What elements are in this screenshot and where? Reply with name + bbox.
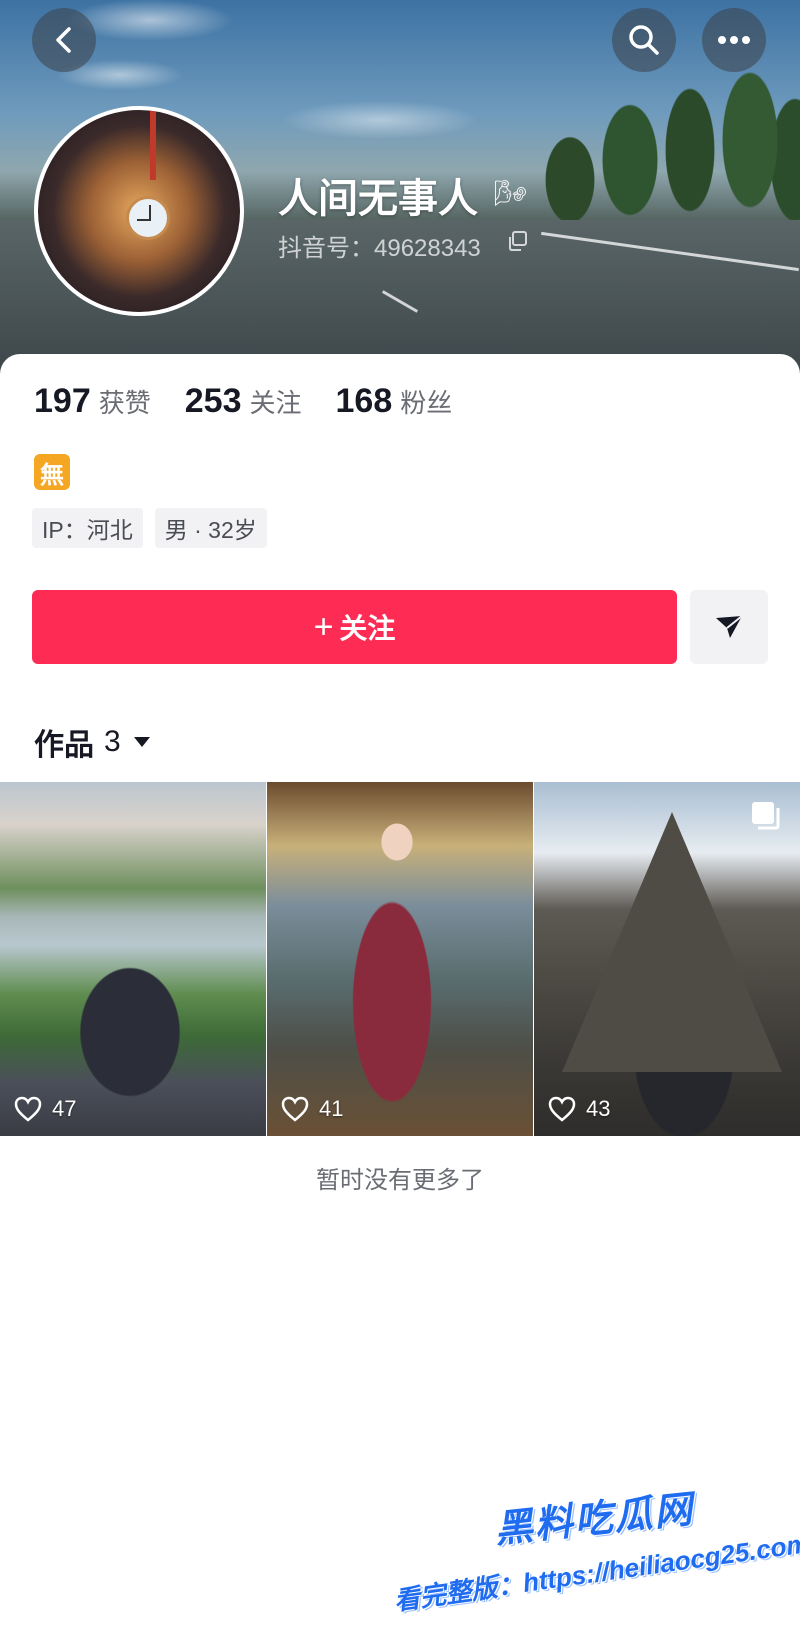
end-of-list-text: 暂时没有更多了 (316, 1167, 484, 1194)
like-count: 41 (281, 1096, 343, 1122)
stat-value: 168 (335, 382, 393, 420)
stats-row: 197 获赞 253 关注 168 粉丝 (34, 382, 486, 421)
nickname: 人间无事人 (278, 177, 478, 221)
stat-label: 粉丝 (400, 388, 453, 418)
video-thumbnail[interactable]: 41 (267, 782, 533, 1136)
stat-following[interactable]: 253 关注 (185, 382, 302, 421)
heart-icon (14, 1096, 42, 1122)
like-count-value: 47 (52, 1096, 77, 1121)
avatar[interactable] (34, 106, 244, 316)
stat-label: 关注 (249, 388, 302, 418)
avatar-tower (150, 110, 156, 180)
tag-gender-age: 男 · 32岁 (154, 508, 267, 548)
like-count: 43 (548, 1096, 610, 1122)
stat-likes[interactable]: 197 获赞 (34, 382, 151, 421)
back-icon (56, 27, 71, 53)
heart-icon (548, 1096, 576, 1122)
stat-followers[interactable]: 168 粉丝 (336, 382, 453, 421)
video-thumbnail[interactable]: 47 (0, 782, 266, 1136)
video-grid: 47 41 43 (0, 782, 800, 1136)
works-count: 3 (104, 725, 121, 758)
signature-badge: 無 (34, 454, 70, 490)
thumbnail-pyramid (562, 812, 782, 1072)
more-button[interactable] (702, 8, 766, 72)
heart-icon (281, 1096, 309, 1122)
copy-icon[interactable] (506, 230, 528, 252)
douyin-id-label: 抖音号： (278, 235, 374, 262)
like-count-value: 43 (586, 1096, 611, 1121)
nickname-decoration: 🌬 (494, 178, 528, 208)
douyin-id-value: 49628343 (374, 235, 481, 262)
caret-down-icon (133, 737, 150, 747)
follow-button[interactable]: + 关注 (32, 590, 677, 664)
profile-sheet: 197 获赞 253 关注 168 粉丝 無 IP：河北 男 · 32岁 + 关… (0, 354, 800, 1633)
works-tab[interactable]: 作品 3 (34, 720, 151, 764)
more-icon (718, 36, 750, 44)
stat-value: 253 (184, 382, 242, 420)
search-icon (629, 25, 659, 55)
follow-label: 关注 (339, 613, 396, 644)
multi-image-icon (752, 802, 780, 830)
douyin-id[interactable]: 抖音号：49628343 (278, 228, 481, 263)
send-icon (716, 615, 743, 638)
like-count-value: 41 (319, 1096, 344, 1121)
profile-tags: IP：河北 男 · 32岁 (32, 508, 279, 548)
stat-label: 获赞 (98, 388, 151, 418)
like-count: 47 (14, 1096, 76, 1122)
stat-value: 197 (34, 382, 91, 420)
plus-icon: + (313, 607, 334, 646)
tag-ip: IP：河北 (32, 508, 143, 548)
works-label: 作品 (34, 729, 94, 762)
search-button[interactable] (612, 8, 676, 72)
video-thumbnail[interactable]: 43 (534, 782, 800, 1136)
back-button[interactable] (32, 8, 96, 72)
avatar-clock (126, 196, 170, 240)
message-button[interactable] (690, 590, 768, 664)
